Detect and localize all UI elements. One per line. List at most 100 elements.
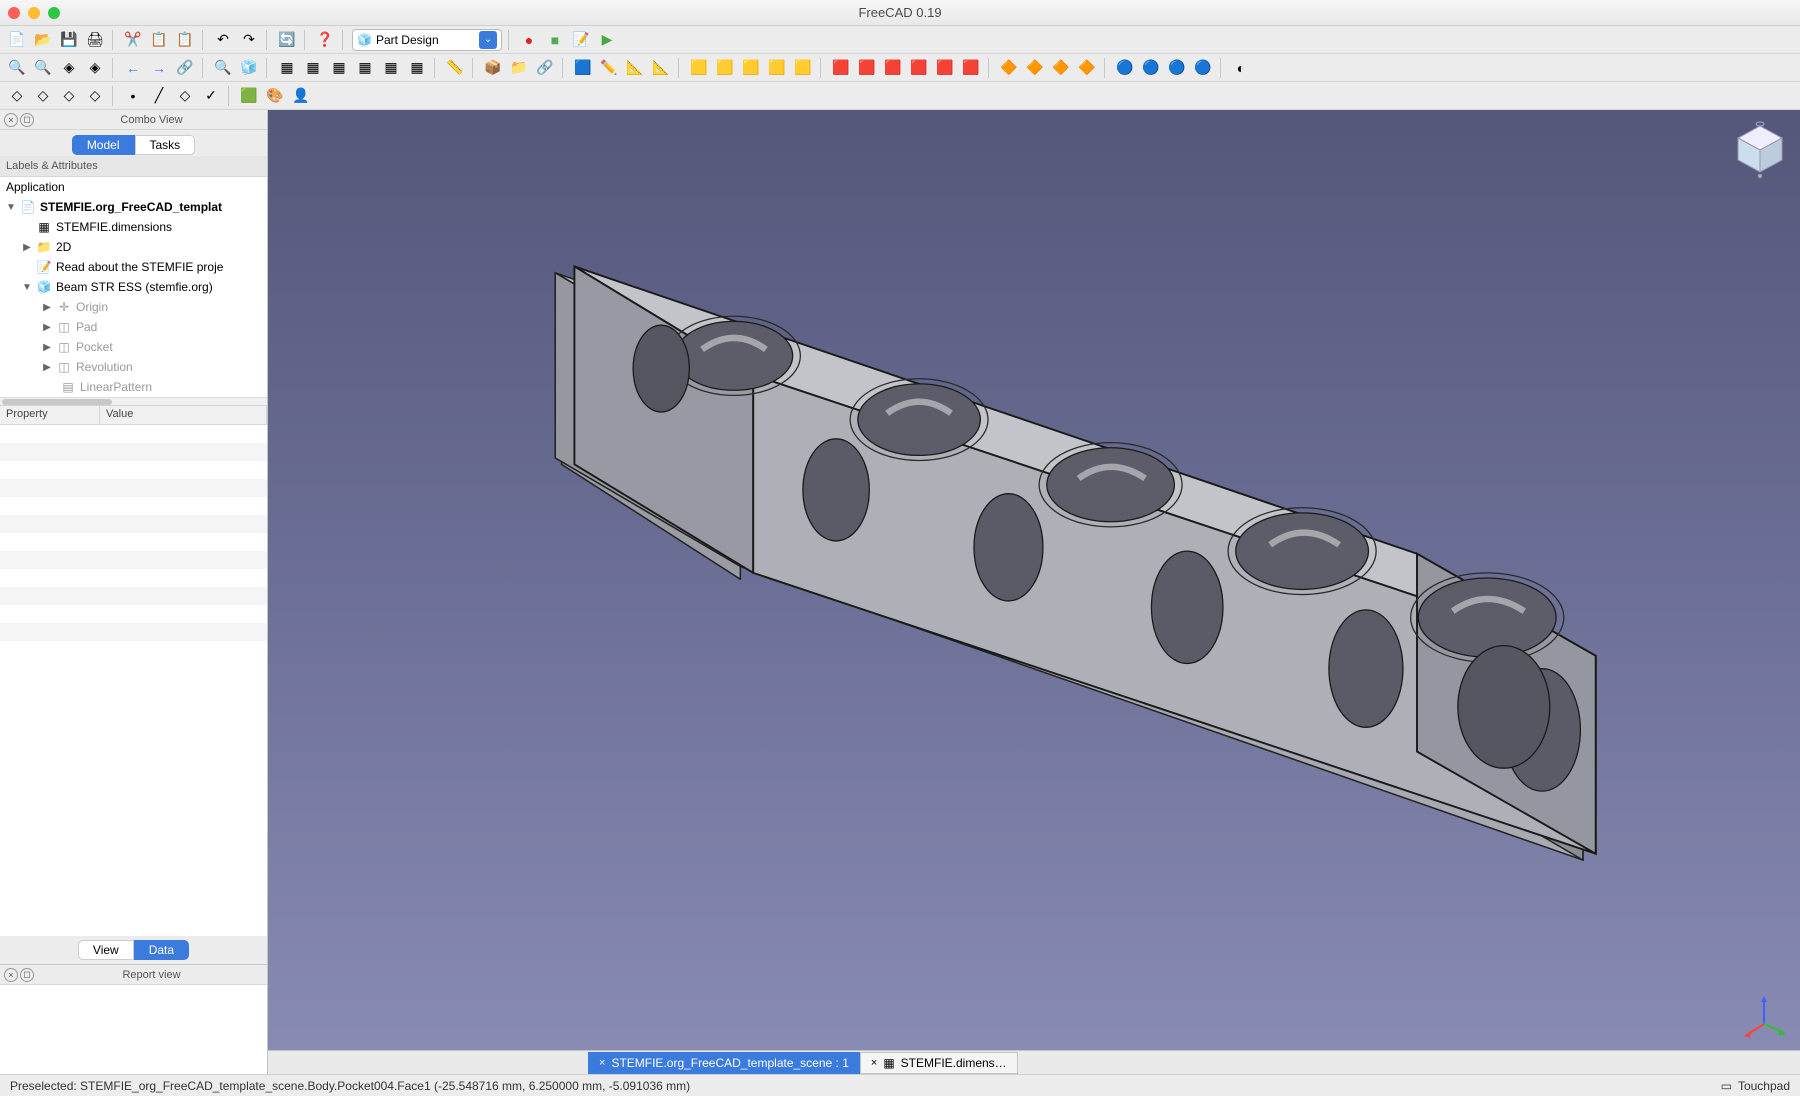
additive-helix-icon[interactable]: 🟨	[792, 57, 814, 79]
sub-loft-icon[interactable]: 🟥	[908, 57, 930, 79]
tree-pad[interactable]: ▶◫Pad	[0, 317, 267, 337]
tab-view[interactable]: View	[78, 940, 134, 960]
macro-record-icon[interactable]: ●	[518, 29, 540, 51]
sub-binder-icon[interactable]: ╱	[148, 85, 170, 107]
edit-sketch-icon[interactable]: 📐	[624, 57, 646, 79]
appearance-icon[interactable]: 🟩	[238, 85, 260, 107]
workbench-selector[interactable]: 🧊Part Design ⌄	[352, 29, 502, 51]
part-icon[interactable]: 📦	[482, 57, 504, 79]
multi-transform-icon[interactable]: 🔶	[1076, 57, 1098, 79]
axonometric-icon[interactable]: ◈	[84, 57, 106, 79]
sub-sweep-icon[interactable]: 🟥	[934, 57, 956, 79]
isometric-icon[interactable]: ◈	[58, 57, 80, 79]
draft-icon[interactable]: 🔵	[1166, 57, 1188, 79]
nav-fwd-icon[interactable]: →	[148, 57, 170, 79]
redo-icon[interactable]: ↷	[238, 29, 260, 51]
model-tree[interactable]: Application ▼📄STEMFIE.org_FreeCAD_templa…	[0, 177, 267, 397]
body-icon[interactable]: 🟦	[572, 57, 594, 79]
pocket-feature-icon: ◫	[56, 340, 72, 354]
refresh-icon[interactable]: 🔄	[276, 29, 298, 51]
tree-beam-body[interactable]: ▼🧊Beam STR ESS (stemfie.org)	[0, 277, 267, 297]
fillet-icon[interactable]: 🔵	[1114, 57, 1136, 79]
save-icon[interactable]: 💾	[58, 29, 80, 51]
pad-icon[interactable]: 🟨	[688, 57, 710, 79]
paste-icon[interactable]: 📋	[174, 29, 196, 51]
shape-binder-icon[interactable]: •	[122, 85, 144, 107]
sub-helix-icon[interactable]: 🟥	[960, 57, 982, 79]
datum-cs-icon[interactable]: ◇	[84, 85, 106, 107]
sketch-icon[interactable]: ✏️	[598, 57, 620, 79]
datum-line-icon[interactable]: ◇	[32, 85, 54, 107]
view-front-icon[interactable]: ▦	[276, 57, 298, 79]
color-per-face-icon[interactable]: 🎨	[264, 85, 286, 107]
undock-panel-icon[interactable]: ◻	[20, 113, 34, 127]
tab-tasks[interactable]: Tasks	[135, 135, 196, 155]
new-icon[interactable]: 📄	[6, 29, 28, 51]
tree-read-about[interactable]: 📝Read about the STEMFIE proje	[0, 257, 267, 277]
close-panel-icon[interactable]: ×	[4, 113, 18, 127]
chamfer-icon[interactable]: 🔵	[1140, 57, 1162, 79]
close-tab-icon[interactable]: ×	[871, 1057, 877, 1069]
view-left-icon[interactable]: ▦	[406, 57, 428, 79]
thickness-icon[interactable]: 🔵	[1192, 57, 1214, 79]
whatsthis-icon[interactable]: ❓	[314, 29, 336, 51]
check-geom-icon[interactable]: ✓	[200, 85, 222, 107]
fit-all-icon[interactable]: 🔍	[6, 57, 28, 79]
close-report-icon[interactable]: ×	[4, 968, 18, 982]
copy-icon[interactable]: 📋	[148, 29, 170, 51]
undo-icon[interactable]: ↶	[212, 29, 234, 51]
3d-viewport[interactable]: × STEMFIE.org_FreeCAD_template_scene : 1…	[268, 110, 1800, 1074]
tab-model[interactable]: Model	[72, 135, 135, 155]
datum-point-icon[interactable]: ◇	[58, 85, 80, 107]
zoom-icon[interactable]: 🔍	[212, 57, 234, 79]
view-rear-icon[interactable]: ▦	[354, 57, 376, 79]
view-bottom-icon[interactable]: ▦	[380, 57, 402, 79]
print-icon[interactable]: 🖨	[84, 29, 106, 51]
tree-origin[interactable]: ▶✛Origin	[0, 297, 267, 317]
draw-style-icon[interactable]: 🧊	[238, 57, 260, 79]
undock-report-icon[interactable]: ◻	[20, 968, 34, 982]
macro-stop-icon[interactable]: ■	[544, 29, 566, 51]
cut-icon[interactable]: ✂️	[122, 29, 144, 51]
doc-tab-dims[interactable]: × ▦ STEMFIE.dimens…	[860, 1052, 1018, 1074]
measure-icon[interactable]: 📏	[444, 57, 466, 79]
hole-icon[interactable]: 🟥	[856, 57, 878, 79]
link-make-icon[interactable]: 🔗	[534, 57, 556, 79]
nav-cube[interactable]	[1730, 120, 1790, 180]
clone-icon[interactable]: ◇	[174, 85, 196, 107]
view-top-icon[interactable]: ▦	[302, 57, 324, 79]
macro-run-icon[interactable]: ▶	[596, 29, 618, 51]
tree-application[interactable]: Application	[0, 177, 267, 197]
mirror-icon[interactable]: 🔶	[998, 57, 1020, 79]
pocket-icon[interactable]: 🟥	[830, 57, 852, 79]
groove-icon[interactable]: 🟥	[882, 57, 904, 79]
nav-style-selector[interactable]: ▭ Touchpad	[1721, 1079, 1790, 1093]
tree-doc[interactable]: ▼📄STEMFIE.org_FreeCAD_templat	[0, 197, 267, 217]
tree-2d-folder[interactable]: ▶📁2D	[0, 237, 267, 257]
fit-selection-icon[interactable]: 🔍	[32, 57, 54, 79]
boolean-icon[interactable]: ◐	[1230, 57, 1252, 79]
macro-edit-icon[interactable]: 📝	[570, 29, 592, 51]
datum-plane-icon[interactable]: ◇	[6, 85, 28, 107]
tree-linear-pattern[interactable]: ▤LinearPattern	[0, 377, 267, 397]
combo-title: Combo View	[40, 114, 263, 126]
view-right-icon[interactable]: ▦	[328, 57, 350, 79]
link-icon[interactable]: 🔗	[174, 57, 196, 79]
loft-icon[interactable]: 🟨	[740, 57, 762, 79]
tree-spreadsheet[interactable]: ▦STEMFIE.dimensions	[0, 217, 267, 237]
tree-hscroll[interactable]	[0, 397, 267, 405]
tree-revolution[interactable]: ▶◫Revolution	[0, 357, 267, 377]
group-icon[interactable]: 📁	[508, 57, 530, 79]
doc-tab-scene[interactable]: × STEMFIE.org_FreeCAD_template_scene : 1	[588, 1052, 860, 1074]
polar-pattern-icon[interactable]: 🔶	[1050, 57, 1072, 79]
tab-data[interactable]: Data	[134, 940, 189, 960]
linear-pattern-icon[interactable]: 🔶	[1024, 57, 1046, 79]
revolution-icon[interactable]: 🟨	[714, 57, 736, 79]
map-sketch-icon[interactable]: 📐	[650, 57, 672, 79]
tree-pocket[interactable]: ▶◫Pocket	[0, 337, 267, 357]
nav-back-icon[interactable]: ←	[122, 57, 144, 79]
close-tab-icon[interactable]: ×	[599, 1057, 605, 1069]
sweep-icon[interactable]: 🟨	[766, 57, 788, 79]
open-icon[interactable]: 📂	[32, 29, 54, 51]
human-icon[interactable]: 👤	[290, 85, 312, 107]
